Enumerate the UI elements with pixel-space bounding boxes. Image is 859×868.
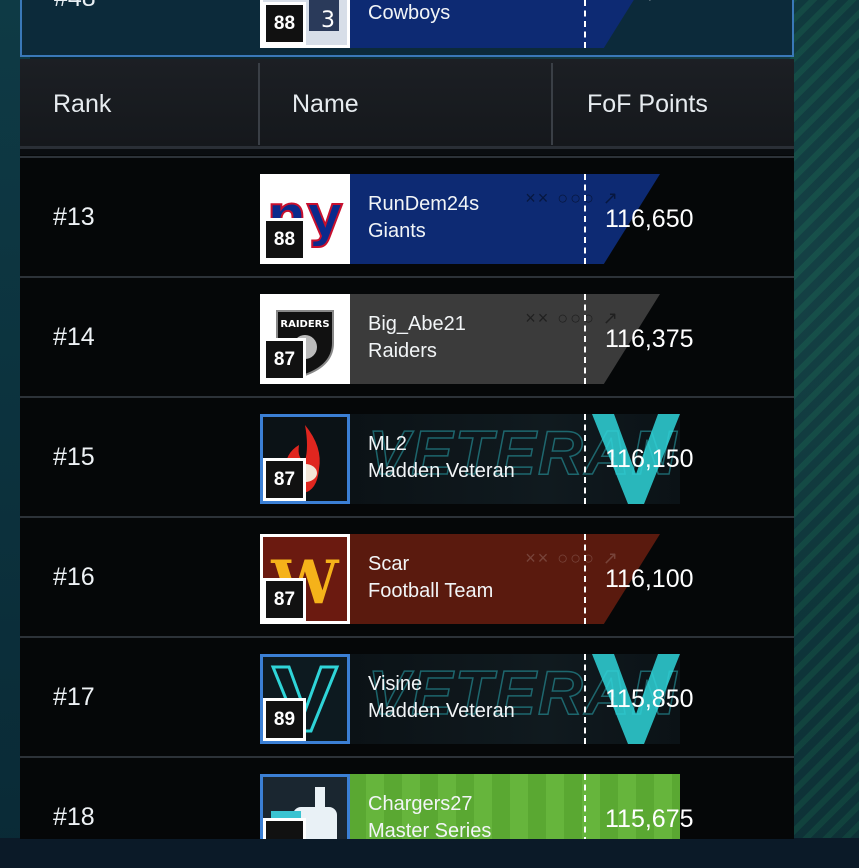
player-info: Visine Madden Veteran — [368, 671, 515, 725]
player-info: Big_Abe21 Raiders — [368, 311, 466, 365]
washington-w-logo-icon: W 87 — [260, 534, 350, 624]
table-row[interactable]: #14 ×× ○○○ ↗ RAIDERS 87 Big_Abe21 Raider… — [20, 276, 794, 394]
table-row[interactable]: #17 VETERAN 89 Visine Madden Veteran 115… — [20, 636, 794, 754]
divider-line — [584, 654, 586, 744]
row-rank: #14 — [53, 323, 95, 351]
player-info: ML2 Madden Veteran — [368, 431, 515, 485]
team-card: ×× ○○○ ↗ RAIDERS 87 Big_Abe21 Raiders 11… — [260, 294, 694, 384]
team-card: ×× ○○○ ↗ ny 88 RunDem24s Giants 116,650 — [260, 174, 694, 264]
team-name: Master Series — [368, 820, 492, 839]
leaderboard-table[interactable]: Rank Name FoF Points #13 ×× ○○○ ↗ ny 88 … — [20, 59, 794, 839]
team-name: Madden Veteran — [368, 460, 515, 482]
header-points[interactable]: FoF Points — [587, 59, 708, 146]
fof-points: 116,150 — [605, 445, 694, 473]
gamertag: Scar — [368, 553, 410, 575]
pinned-points: 106,250 — [605, 0, 695, 34]
overall-rating: 87 — [263, 338, 306, 381]
row-rank: #15 — [53, 443, 95, 471]
team-name: Raiders — [368, 340, 437, 362]
player-info: Chargers27 Master Series — [368, 791, 491, 839]
player-avatar-icon — [260, 774, 350, 839]
row-rank: #13 — [53, 203, 95, 231]
fof-points: 115,675 — [605, 805, 694, 833]
header-spacer — [20, 149, 794, 155]
team-card: VETERAN 87 ML2 Madden Veteran 116,150 — [260, 414, 694, 504]
gamertag: Visine — [368, 673, 423, 695]
gamertag: Big_Abe21 — [368, 313, 466, 335]
flame-football-icon: 87 — [260, 414, 350, 504]
fof-points: 116,375 — [605, 325, 694, 353]
gamertag: ML2 — [368, 433, 407, 455]
team-card: VETERAN 89 Visine Madden Veteran 115,850 — [260, 654, 694, 744]
background-right — [789, 0, 859, 868]
gamertag: RunDem24s — [368, 193, 480, 215]
header-divider — [551, 63, 553, 145]
svg-text:3: 3 — [321, 8, 335, 33]
table-row[interactable]: #16 ×× ○○○ ↗ W 87 Scar Football Team 116… — [20, 516, 794, 634]
team-name: Madden Veteran — [368, 700, 515, 722]
overall-rating: 87 — [263, 458, 306, 501]
divider-line — [584, 0, 586, 48]
bottom-strip — [0, 838, 859, 868]
veteran-v-icon: 89 — [260, 654, 350, 744]
svg-text:RAIDERS: RAIDERS — [280, 319, 329, 330]
team-name: Giants — [368, 220, 426, 242]
pinned-team-name: Cowboys — [368, 2, 451, 24]
overall-rating: 87 — [263, 578, 306, 621]
divider-line — [584, 774, 586, 839]
row-rank: #18 — [53, 803, 95, 831]
fof-points: 116,100 — [605, 565, 694, 593]
cowboys-player-icon: 3 88 — [260, 0, 350, 48]
overall-rating — [263, 818, 306, 839]
pinned-rank: #48 — [54, 0, 96, 13]
divider-line — [584, 414, 586, 504]
giants-logo-icon: ny 88 — [260, 174, 350, 264]
row-rank: #17 — [53, 683, 95, 711]
row-rank: #16 — [53, 563, 95, 591]
header-rank[interactable]: Rank — [53, 59, 111, 146]
raiders-logo-icon: RAIDERS 87 — [260, 294, 350, 384]
pinned-team-card: ○○ ↗ 3 88 Cowboys 106,250 — [260, 0, 695, 48]
gamertag: Chargers27 — [368, 793, 473, 815]
overall-rating: 88 — [263, 2, 306, 45]
overall-rating: 88 — [263, 218, 306, 261]
divider-line — [584, 534, 586, 624]
header-divider — [258, 63, 260, 145]
overall-rating: 89 — [263, 698, 306, 741]
pinned-user-row[interactable]: #48 ○○ ↗ 3 88 Cowboys 106,250 — [20, 0, 794, 57]
fof-points: 115,850 — [605, 685, 694, 713]
team-card: Chargers27 Master Series 115,675 — [260, 774, 694, 839]
team-card: ×× ○○○ ↗ W 87 Scar Football Team 116,100 — [260, 534, 694, 624]
header-name[interactable]: Name — [292, 59, 359, 146]
team-name: Football Team — [368, 580, 494, 602]
divider-line — [584, 174, 586, 264]
table-row[interactable]: #13 ×× ○○○ ↗ ny 88 RunDem24s Giants 116,… — [20, 156, 794, 274]
table-header: Rank Name FoF Points — [20, 59, 794, 149]
fof-points: 116,650 — [605, 205, 694, 233]
table-row[interactable]: #18 Chargers27 Master Series 115,675 — [20, 756, 794, 839]
player-info: Scar Football Team — [368, 551, 493, 605]
divider-line — [584, 294, 586, 384]
table-row[interactable]: #15 VETERAN 87 ML2 Madden Veteran 116,15… — [20, 396, 794, 514]
player-info: RunDem24s Giants — [368, 191, 479, 245]
